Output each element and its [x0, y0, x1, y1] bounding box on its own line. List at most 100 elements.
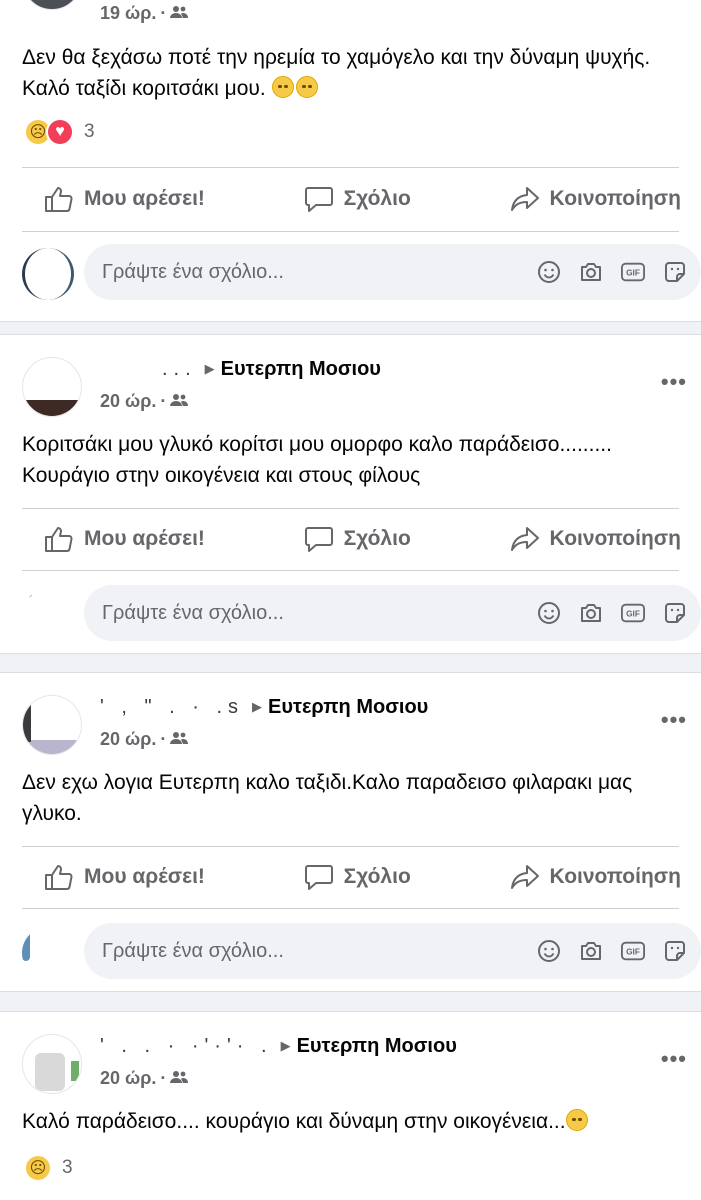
share-icon [510, 527, 539, 551]
comment-button[interactable]: Σχόλιο [304, 863, 411, 891]
like-button[interactable]: Μου αρέσει! [44, 863, 205, 891]
more-options-icon[interactable]: ••• [661, 369, 687, 395]
gif-icon[interactable]: GIF [621, 260, 645, 284]
post-author: ' . . · ·'·'· . ▶ Ευτερπη Μοσιου [100, 1035, 457, 1058]
avatar[interactable] [22, 695, 82, 755]
friends-audience-icon [170, 729, 189, 749]
post-actions: Μου αρέσει! Σχόλιο Κοινοποίηση [0, 847, 701, 907]
avatar[interactable] [22, 1034, 82, 1094]
gif-icon[interactable]: GIF [621, 939, 645, 963]
more-options-icon[interactable]: ••• [661, 707, 687, 733]
post-card: ' , " . · .s ▶ Ευτερπη Μοσιου ••• 20 ώρ. · … [0, 672, 701, 992]
comment-composer: GIF [0, 585, 701, 643]
share-icon [510, 187, 539, 211]
comment-composer: GIF [0, 244, 701, 302]
post-time[interactable]: 20 ώρ. [100, 729, 156, 749]
reaction-summary[interactable]: ☹ ♥ 3 [24, 117, 95, 147]
post-meta: 20 ώρ. · [100, 1068, 189, 1089]
camera-icon[interactable] [579, 939, 603, 963]
arrow-right-icon: ▶ [280, 1038, 291, 1053]
emoji-icon[interactable] [537, 260, 561, 284]
like-button[interactable]: Μου αρέσει! [44, 525, 205, 553]
comment-icon [304, 865, 333, 890]
post-time[interactable]: 20 ώρ. [100, 391, 156, 411]
share-button[interactable]: Κοινοποίηση [510, 185, 681, 213]
arrow-right-icon: ▶ [252, 699, 263, 714]
like-icon [45, 527, 73, 552]
post-meta: 20 ώρ. · [100, 391, 189, 412]
post-text: Δεν εχω λογια Ευτερπη καλο ταξιδι.Καλο π… [22, 771, 633, 825]
comment-icon [304, 187, 333, 212]
post-author: ' , " . · .s ▶ Ευτερπη Μοσιου [100, 696, 428, 719]
svg-text:GIF: GIF [626, 947, 640, 957]
reaction-count: 3 [84, 121, 95, 142]
sticker-icon[interactable] [663, 939, 687, 963]
comment-input[interactable] [102, 260, 537, 284]
post-card: ... ▶ Ευτερπη Μοσιου ••• 20 ώρ. · Κοριτσάκι… [0, 334, 701, 654]
like-icon [45, 187, 73, 212]
post-author: ... ▶ Ευτερπη Μοσιου [100, 358, 381, 381]
target-name[interactable]: Ευτερπη Μοσιου [221, 358, 381, 380]
divider [22, 167, 679, 168]
svg-text:GIF: GIF [626, 268, 640, 278]
comment-box[interactable]: GIF [84, 244, 701, 300]
svg-text:GIF: GIF [626, 609, 640, 619]
divider [22, 908, 679, 909]
post-card: 19 ώρ. · Δεν θα ξεχάσω ποτέ την ηρεμία το… [0, 0, 701, 322]
avatar[interactable] [22, 927, 74, 979]
share-button[interactable]: Κοινοποίηση [510, 863, 681, 891]
avatar[interactable] [22, 589, 74, 641]
comment-button[interactable]: Σχόλιο [304, 525, 411, 553]
sad-face-emoji [271, 76, 294, 98]
post-text: Κοριτσάκι μου γλυκό κορίτσι μου ομορφο κ… [22, 433, 612, 487]
like-icon [45, 865, 73, 890]
emoji-icon[interactable] [537, 601, 561, 625]
reaction-count: 3 [62, 1157, 73, 1178]
comment-box[interactable]: GIF [84, 923, 701, 979]
post-text: Δεν θα ξεχάσω ποτέ την ηρεμία το χαμόγελ… [22, 46, 651, 100]
divider [22, 570, 679, 571]
post-time[interactable]: 20 ώρ. [100, 1068, 156, 1088]
author-name[interactable]: ... [162, 358, 197, 380]
avatar[interactable] [22, 357, 82, 417]
target-name[interactable]: Ευτερπη Μοσιου [268, 696, 428, 718]
post-actions: Μου αρέσει! Σχόλιο Κοινοποίηση [0, 509, 701, 569]
share-icon [510, 865, 539, 889]
comment-input[interactable] [102, 939, 537, 963]
camera-icon[interactable] [579, 601, 603, 625]
camera-icon[interactable] [579, 260, 603, 284]
post-meta: 20 ώρ. · [100, 729, 189, 750]
sad-face-emoji [565, 1109, 588, 1131]
friends-audience-icon [170, 1068, 189, 1088]
author-name[interactable]: ' , " . · .s [100, 696, 244, 718]
post-meta: 19 ώρ. · [100, 3, 189, 24]
friends-audience-icon [170, 391, 189, 411]
reaction-summary[interactable]: ☹ 3 [24, 1153, 73, 1183]
like-button[interactable]: Μου αρέσει! [44, 185, 205, 213]
friends-audience-icon [170, 3, 189, 23]
post-actions: Μου αρέσει! Σχόλιο Κοινοποίηση [0, 169, 701, 229]
love-reaction-icon: ♥ [46, 118, 74, 146]
comment-icon [304, 527, 333, 552]
comment-composer: GIF [0, 923, 701, 981]
post-card: ' . . · ·'·'· . ▶ Ευτερπη Μοσιου ••• 20 ώρ… [0, 1011, 701, 1200]
sticker-icon[interactable] [663, 601, 687, 625]
gif-icon[interactable]: GIF [621, 601, 645, 625]
avatar[interactable] [22, 0, 82, 10]
comment-box[interactable]: GIF [84, 585, 701, 641]
avatar[interactable] [22, 248, 74, 300]
divider [22, 231, 679, 232]
sad-reaction-icon: ☹ [24, 1154, 52, 1182]
comment-input[interactable] [102, 601, 537, 625]
target-name[interactable]: Ευτερπη Μοσιου [297, 1035, 457, 1057]
sad-face-emoji [295, 76, 318, 98]
author-name[interactable]: ' . . · ·'·'· . [100, 1035, 273, 1057]
arrow-right-icon: ▶ [204, 361, 215, 376]
emoji-icon[interactable] [537, 939, 561, 963]
comment-button[interactable]: Σχόλιο [304, 185, 411, 213]
post-text: Καλό παράδεισο.... κουράγιο και δύναμη σ… [22, 1106, 689, 1137]
sticker-icon[interactable] [663, 260, 687, 284]
share-button[interactable]: Κοινοποίηση [510, 525, 681, 553]
post-time[interactable]: 19 ώρ. [100, 3, 156, 23]
more-options-icon[interactable]: ••• [661, 1046, 687, 1072]
